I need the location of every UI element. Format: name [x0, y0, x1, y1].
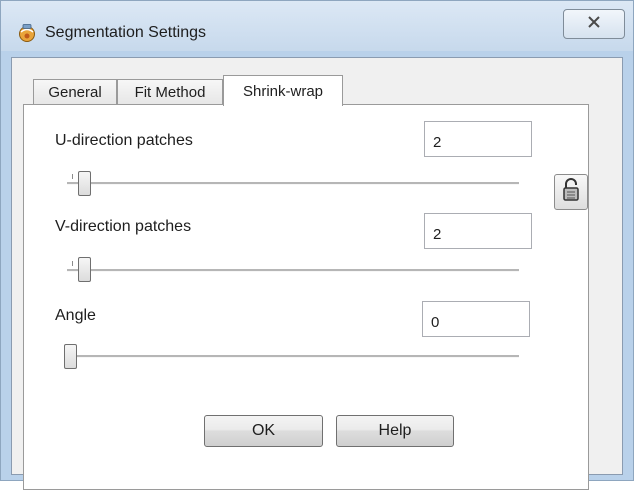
angle-slider-track[interactable]: [67, 355, 519, 358]
v-patches-slider-thumb[interactable]: [78, 257, 91, 282]
u-patches-slider-thumb[interactable]: [78, 171, 91, 196]
v-patches-slider-track[interactable]: [67, 269, 519, 272]
v-patches-slider-tick: [72, 261, 73, 266]
tab-fit-method[interactable]: Fit Method: [117, 79, 223, 105]
close-button[interactable]: [563, 9, 625, 39]
tab-shrink-wrap[interactable]: Shrink-wrap: [223, 75, 343, 106]
angle-label: Angle: [55, 307, 96, 324]
u-patches-slider-track[interactable]: [67, 182, 519, 185]
ok-button[interactable]: OK: [204, 415, 323, 447]
angle-input[interactable]: [422, 301, 530, 337]
help-button[interactable]: Help: [336, 415, 454, 447]
lock-button[interactable]: [554, 174, 588, 210]
lock-icon: [561, 177, 581, 207]
close-icon: [587, 15, 601, 33]
app-icon: [17, 23, 37, 43]
window-title: Segmentation Settings: [45, 24, 206, 41]
dialog-window: Segmentation Settings General Fit Method…: [0, 0, 634, 490]
angle-slider-thumb[interactable]: [64, 344, 77, 369]
u-patches-input[interactable]: [424, 121, 532, 157]
u-patches-label: U-direction patches: [55, 132, 193, 149]
u-patches-slider-tick: [72, 174, 73, 179]
v-patches-input[interactable]: [424, 213, 532, 249]
v-patches-label: V-direction patches: [55, 218, 192, 235]
tab-general[interactable]: General: [33, 79, 117, 105]
title-bar[interactable]: Segmentation Settings: [1, 1, 633, 51]
